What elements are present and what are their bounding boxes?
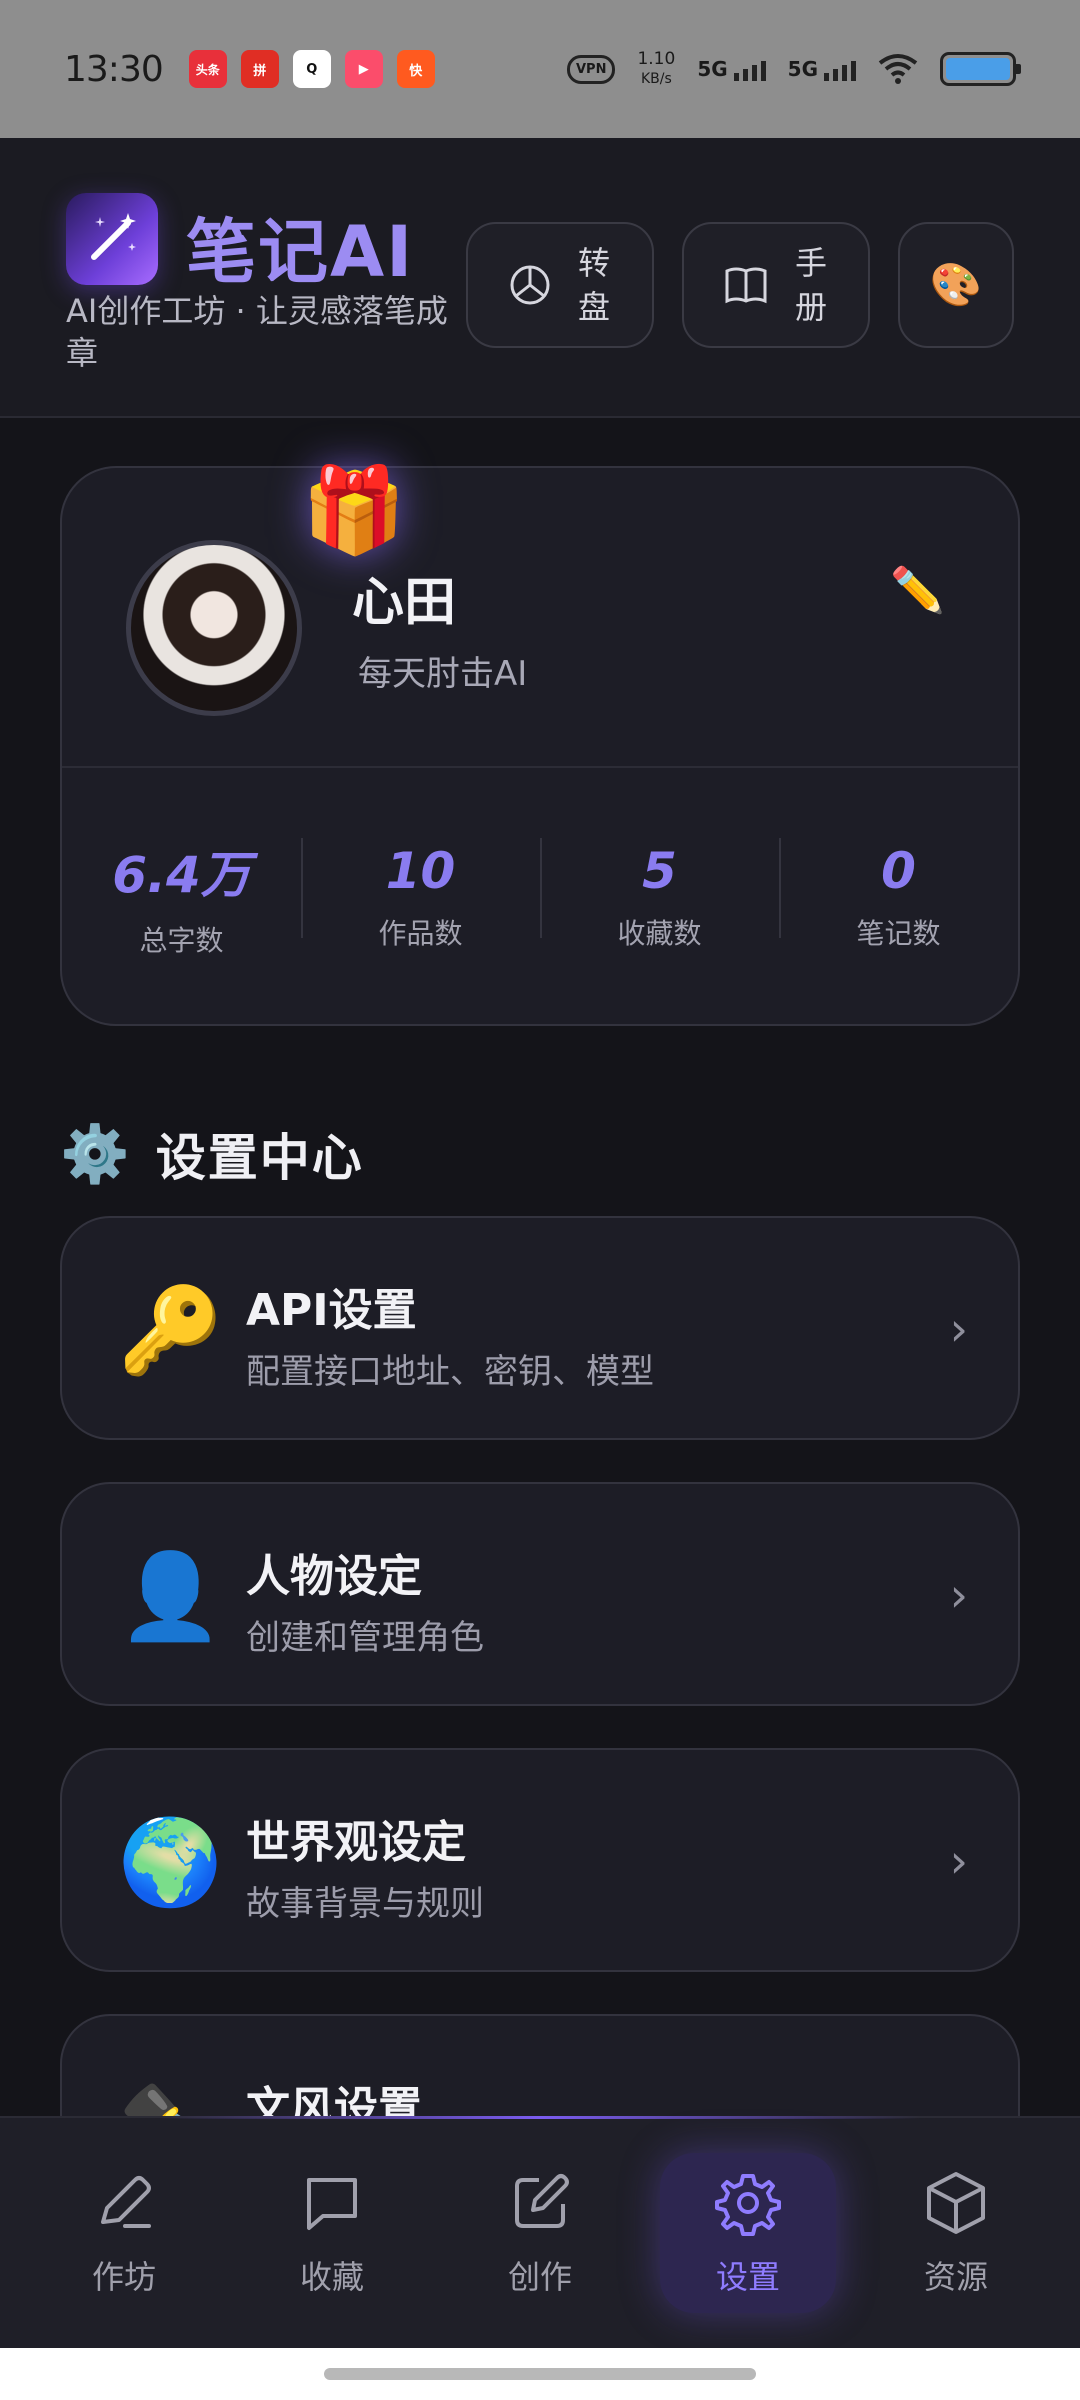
- notification-icons: 头条 拼 Q ▶ 快: [188, 50, 435, 88]
- chevron-right-icon: ›: [949, 1302, 968, 1356]
- wheel-button-label: 转盘: [577, 244, 610, 326]
- signal-2-label: 5G: [787, 57, 818, 81]
- video-app-icon: ▶: [344, 50, 383, 88]
- theme-button[interactable]: 🎨: [898, 222, 1014, 348]
- status-time: 13:30: [64, 48, 164, 90]
- settings-item-worldview[interactable]: 🌍 世界观设定 故事背景与规则 ›: [60, 1748, 1020, 1972]
- settings-item-title: 人物设定: [246, 1551, 422, 1602]
- key-icon: 🔑: [118, 1281, 223, 1379]
- nav-resources[interactable]: 资源: [868, 2153, 1044, 2313]
- status-bar: 13:30 头条 拼 Q ▶ 快 VPN 1.10 KB/s 5G 5G: [0, 0, 1080, 138]
- edit-profile-pencil-icon[interactable]: ✏️: [890, 564, 945, 616]
- stat-value: 6.4万: [112, 846, 251, 904]
- nav-label: 设置: [715, 2258, 780, 2296]
- treasure-chest-icon[interactable]: 🎁: [290, 446, 418, 574]
- settings-item-title: 世界观设定: [246, 1817, 466, 1868]
- settings-item-subtitle: 创建和管理角色: [246, 1618, 484, 1658]
- settings-section-label: 设置中心: [155, 1129, 364, 1187]
- settings-item-api[interactable]: 🔑 API设置 配置接口地址、密钥、模型 ›: [60, 1216, 1020, 1440]
- settings-section-title: ⚙️ 设置中心: [60, 1118, 364, 1190]
- nav-label: 收藏: [299, 2258, 364, 2296]
- nav-label: 作坊: [91, 2258, 156, 2296]
- nav-settings[interactable]: 设置: [660, 2153, 836, 2313]
- palette-icon: 🎨: [929, 260, 983, 309]
- person-icon: 👤: [118, 1547, 223, 1645]
- wheel-icon: [510, 265, 550, 305]
- home-indicator-bar: [0, 2348, 1080, 2400]
- stat-label: 总字数: [139, 924, 224, 957]
- app-title: 笔记AI: [186, 211, 415, 293]
- stat-value: 10: [385, 842, 456, 900]
- settings-item-title: API设置: [246, 1285, 417, 1336]
- settings-gear-icon: [715, 2174, 781, 2236]
- qq-app-icon: Q: [292, 50, 331, 88]
- chevron-right-icon: ›: [949, 1834, 968, 1888]
- network-speed-value: 1.10: [637, 49, 676, 69]
- settings-item-characters[interactable]: 👤 人物设定 创建和管理角色 ›: [60, 1482, 1020, 1706]
- gear-icon: ⚙️: [60, 1122, 130, 1187]
- stat-notes[interactable]: 0 笔记数: [779, 766, 1018, 1028]
- signal-1-label: 5G: [697, 57, 728, 81]
- manual-button-label: 手册: [794, 244, 827, 326]
- nav-workshop[interactable]: 作坊: [36, 2153, 212, 2313]
- bottom-navigation: 作坊 收藏 创作 设置 资源: [0, 2116, 1080, 2348]
- wheel-button[interactable]: 转盘: [466, 222, 654, 348]
- app-header: 笔记AI AI创作工坊 · 让灵感落笔成章 转盘 手册 🎨: [0, 138, 1080, 418]
- battery-icon: [940, 52, 1021, 86]
- magic-wand-logo-icon: [66, 193, 158, 285]
- settings-item-subtitle: 配置接口地址、密钥、模型: [246, 1352, 654, 1392]
- profile-bio: 每天肘击AI: [358, 654, 528, 694]
- settings-item-subtitle: 故事背景与规则: [246, 1884, 484, 1924]
- wifi-icon: [878, 54, 918, 84]
- edit-square-icon: [515, 2174, 569, 2228]
- stat-label: 作品数: [378, 917, 463, 950]
- network-speed: 1.10 KB/s: [637, 49, 675, 89]
- vpn-icon: VPN: [566, 54, 616, 84]
- nav-create[interactable]: 创作: [452, 2153, 628, 2313]
- box-icon: [927, 2172, 985, 2234]
- pinduoduo-app-icon: 拼: [240, 50, 279, 88]
- profile-stats: 6.4万 总字数 10 作品数 5 收藏数 0 笔记数: [62, 766, 1018, 1028]
- app-subtitle: AI创作工坊 · 让灵感落笔成章: [66, 292, 448, 372]
- app-root: 13:30 头条 拼 Q ▶ 快 VPN 1.10 KB/s 5G 5G 笔记A…: [0, 0, 1080, 2400]
- signal-2-icon: 5G: [788, 57, 856, 81]
- manual-button[interactable]: 手册: [682, 222, 870, 348]
- stat-label: 笔记数: [856, 917, 941, 950]
- stat-favorites[interactable]: 5 收藏数: [540, 766, 779, 1028]
- stat-works[interactable]: 10 作品数: [301, 766, 540, 1028]
- stat-label: 收藏数: [617, 917, 702, 950]
- kuaishou-app-icon: 快: [396, 50, 435, 88]
- profile-card: 🎁 心田 每天肘击AI ✏️ 6.4万 总字数 10 作品数 5 收藏数 0 笔…: [60, 461, 1020, 1028]
- signal-1-icon: 5G: [697, 57, 766, 81]
- stat-total-words[interactable]: 6.4万 总字数: [62, 766, 301, 1028]
- book-icon: [725, 267, 767, 304]
- home-indicator[interactable]: [324, 2368, 756, 2380]
- stat-value: 5: [642, 842, 677, 900]
- status-right: VPN 1.10 KB/s 5G 5G: [566, 49, 1021, 89]
- nav-label: 创作: [507, 2258, 572, 2296]
- nav-favorites[interactable]: 收藏: [244, 2153, 420, 2313]
- message-square-icon: [307, 2178, 357, 2230]
- stat-value: 0: [881, 842, 916, 900]
- globe-icon: 🌍: [118, 1813, 223, 1911]
- nav-label: 资源: [923, 2258, 988, 2296]
- toutiao-app-icon: 头条: [188, 50, 227, 88]
- network-speed-unit: KB/s: [640, 71, 672, 87]
- chevron-right-icon: ›: [949, 1568, 968, 1622]
- profile-name: 心田: [352, 573, 457, 633]
- avatar[interactable]: [126, 540, 302, 716]
- pen-icon: [101, 2176, 151, 2228]
